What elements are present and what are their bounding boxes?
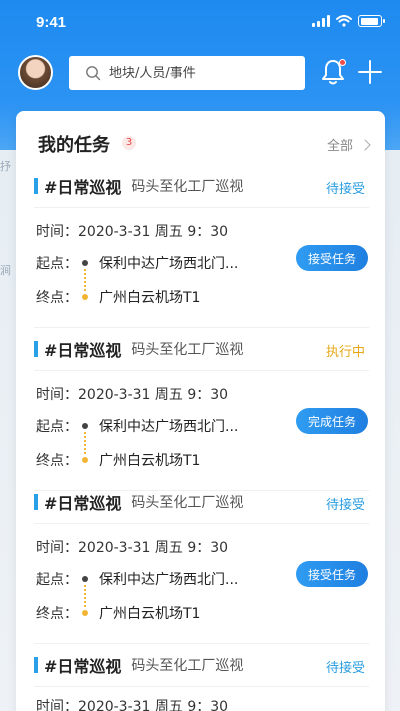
task-time: 时间：2020-3-31 周五 9：30: [36, 387, 229, 403]
task-start: 保利中达广场西北门...: [99, 419, 239, 435]
map-label: 涧: [0, 264, 11, 277]
accept-task-button[interactable]: 接受任务: [296, 245, 368, 271]
task-status: 执行中: [325, 345, 365, 360]
add-icon[interactable]: [358, 60, 382, 84]
task-start: 保利中达广场西北门...: [99, 572, 239, 588]
task-heading: #日常巡视 码头至化工厂巡视: [34, 654, 243, 676]
task-accent-bar: [34, 494, 38, 510]
divider: [34, 686, 369, 687]
search-icon: [86, 66, 101, 81]
accept-task-button[interactable]: 接受任务: [296, 561, 368, 587]
task-end: 广州白云机场T1: [99, 606, 201, 622]
task-name: 码头至化工厂巡视: [131, 495, 244, 511]
route-line: [84, 269, 86, 291]
card-title: 我的任务: [38, 135, 110, 156]
my-tasks-card: 我的任务 3 全部 #日常巡视 码头至化工厂巡视 待接受 时间：2020-3-3…: [16, 111, 385, 711]
status-icons: [312, 15, 385, 27]
task-type: #日常巡视: [44, 178, 122, 197]
task-start: 保利中达广场西北门...: [99, 256, 239, 272]
view-all-label: 全部: [326, 139, 353, 154]
divider: [34, 523, 369, 524]
end-point-icon: [82, 610, 88, 616]
start-point-icon: [82, 423, 88, 429]
task-status: 待接受: [325, 182, 365, 197]
status-bar: 9:41: [0, 0, 400, 44]
task-accent-bar: [34, 657, 38, 673]
task-time: 时间：2020-3-31 周五 9：30: [36, 224, 229, 240]
start-point-icon: [82, 260, 88, 266]
task-item[interactable]: #日常巡视 码头至化工厂巡视 执行中 时间：2020-3-31 周五 9：30 …: [16, 338, 385, 496]
signal-icon: [312, 15, 330, 27]
task-heading: #日常巡视 码头至化工厂巡视: [34, 338, 243, 360]
task-item[interactable]: #日常巡视 码头至化工厂巡视 待接受 时间：2020-3-31 周五 9：30: [16, 654, 385, 711]
task-item[interactable]: #日常巡视 码头至化工厂巡视 待接受 时间：2020-3-31 周五 9：30 …: [16, 491, 385, 649]
task-accent-bar: [34, 178, 38, 194]
user-avatar[interactable]: [18, 55, 53, 90]
start-point-icon: [82, 576, 88, 582]
battery-icon: [358, 15, 385, 27]
end-label: 终点：: [36, 606, 78, 622]
task-time: 时间：2020-3-31 周五 9：30: [36, 699, 229, 711]
chevron-right-icon: [359, 138, 371, 151]
complete-task-button[interactable]: 完成任务: [296, 408, 368, 434]
task-name: 码头至化工厂巡视: [131, 179, 244, 195]
task-status: 待接受: [325, 498, 365, 513]
route-line: [84, 432, 86, 454]
search-box[interactable]: [69, 56, 305, 90]
task-heading: #日常巡视 码头至化工厂巡视: [34, 175, 243, 197]
wifi-icon: [336, 15, 352, 27]
end-label: 终点：: [36, 453, 78, 469]
start-label: 起点：: [36, 419, 78, 435]
search-input[interactable]: [109, 65, 289, 81]
task-accent-bar: [34, 341, 38, 357]
task-end: 广州白云机场T1: [99, 453, 201, 469]
task-end: 广州白云机场T1: [99, 290, 201, 306]
start-label: 起点：: [36, 572, 78, 588]
task-status: 待接受: [325, 661, 365, 676]
task-heading: #日常巡视 码头至化工厂巡视: [34, 491, 243, 513]
end-point-icon: [82, 457, 88, 463]
divider: [34, 327, 369, 328]
task-type: #日常巡视: [44, 494, 122, 513]
task-type: #日常巡视: [44, 341, 122, 360]
status-time: 9:41: [36, 14, 67, 31]
end-label: 终点：: [36, 290, 78, 306]
notification-badge-dot: [339, 59, 346, 66]
task-name: 码头至化工厂巡视: [131, 658, 244, 674]
task-time: 时间：2020-3-31 周五 9：30: [36, 540, 229, 556]
task-type: #日常巡视: [44, 657, 122, 676]
route-line: [84, 585, 86, 607]
divider: [34, 207, 369, 208]
task-count-badge: 3: [122, 136, 136, 150]
divider: [34, 370, 369, 371]
card-header: 我的任务 3 全部: [16, 111, 385, 171]
end-point-icon: [82, 294, 88, 300]
notification-bell-icon[interactable]: [320, 58, 346, 86]
view-all-link[interactable]: 全部: [326, 135, 371, 154]
divider: [34, 643, 369, 644]
task-name: 码头至化工厂巡视: [131, 342, 244, 358]
start-label: 起点：: [36, 256, 78, 272]
map-label: 抒: [0, 160, 11, 173]
task-item[interactable]: #日常巡视 码头至化工厂巡视 待接受 时间：2020-3-31 周五 9：30 …: [16, 175, 385, 333]
